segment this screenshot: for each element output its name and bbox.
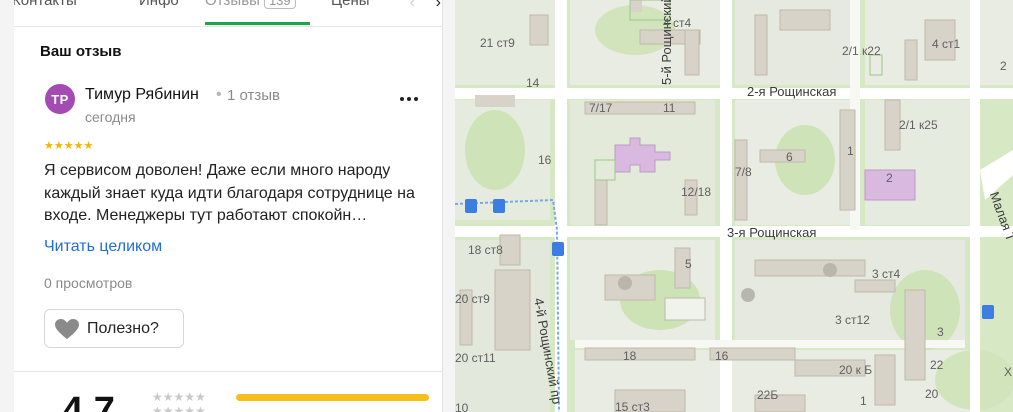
map-number: 7/8 — [735, 165, 752, 179]
map-number: 2/1 к25 — [899, 118, 938, 132]
tab-info[interactable]: Инфо — [139, 0, 179, 9]
rating-stars: ★★★★★ — [44, 140, 94, 152]
section-title: Ваш отзыв — [40, 43, 122, 60]
reviews-card: Контакты Инфо Отзывы 139 Цены ‹ › Ваш отз… — [14, 0, 443, 412]
map[interactable]: 2-я Рощинская 3-я Рощинская 5-й Рощински… — [455, 0, 1013, 412]
map-number: 3 ст4 — [872, 267, 901, 281]
map-street-3: 3-я Рощинская — [727, 225, 817, 240]
map-number: 15 ст3 — [615, 400, 650, 412]
map-number: Х — [1004, 365, 1013, 379]
reviews-count-badge: 139 — [263, 0, 296, 9]
map-number: 18 ст8 — [468, 243, 503, 257]
tab-bar: Контакты Инфо Отзывы 139 Цены ‹ › — [14, 0, 443, 27]
map-number: 10 — [455, 401, 469, 412]
map-number: 7/17 — [589, 101, 613, 115]
avatar[interactable]: ТР — [45, 84, 75, 114]
chevron-left-icon[interactable]: ‹ — [410, 0, 415, 12]
useful-label: Полезно? — [87, 320, 159, 337]
side-panel: Контакты Инфо Отзывы 139 Цены ‹ › Ваш отз… — [0, 0, 455, 412]
map-number: 4 ст4 — [663, 16, 692, 30]
author-name[interactable]: Тимур Рябинин — [85, 86, 199, 104]
heart-icon — [55, 319, 79, 339]
tab-reviews[interactable]: Отзывы 139 — [205, 0, 296, 9]
map-number: 5 — [685, 257, 692, 271]
tab-prices[interactable]: Цены — [331, 0, 370, 9]
map-canvas[interactable] — [455, 0, 1013, 412]
map-number: 6 — [786, 150, 793, 164]
author-review-count: 1 отзыв — [227, 87, 281, 104]
map-number: 16 — [538, 153, 552, 167]
views-count: 0 просмотров — [44, 275, 133, 291]
map-number: 20 — [925, 387, 939, 401]
review-date: сегодня — [85, 109, 136, 125]
tab-reviews-label: Отзывы — [205, 0, 260, 9]
read-more-link[interactable]: Читать целиком — [44, 238, 162, 256]
map-number: 2/1 к22 — [842, 44, 881, 58]
map-number: 22Б — [757, 388, 779, 402]
map-number: 2 — [886, 171, 893, 185]
useful-button[interactable]: Полезно? — [44, 309, 184, 348]
map-number: 2 — [1000, 59, 1007, 73]
map-number: 4 ст1 — [932, 37, 961, 51]
map-number: 20 ст11 — [455, 351, 496, 365]
map-number: 3 ст12 — [835, 313, 870, 327]
map-number: 3 — [937, 325, 944, 339]
map-number: 20 ст9 — [455, 292, 490, 306]
map-number: 11 — [663, 101, 676, 115]
rating-row-stars: ★★★★★ — [152, 390, 206, 404]
more-dots-icon[interactable] — [397, 89, 421, 109]
map-number: 14 — [526, 76, 540, 90]
map-number: 22 — [930, 358, 944, 372]
map-number: 1 — [860, 394, 867, 408]
chevron-right-icon[interactable]: › — [436, 0, 441, 12]
divider — [14, 371, 443, 372]
map-number: 12/18 — [681, 185, 712, 199]
overall-rating: 4,7 — [62, 390, 115, 412]
map-street-2: 2-я Рощинская — [747, 84, 837, 99]
rating-distribution-bar — [236, 394, 429, 401]
map-street-5: 5-й Рощинский проезд — [659, 0, 674, 85]
map-number: 1 — [847, 144, 854, 158]
review-text: Я сервисом доволен! Даже если много наро… — [44, 162, 415, 224]
rating-row-stars: ★★★★★ — [152, 404, 206, 412]
map-number: 16 — [715, 349, 729, 363]
active-tab-indicator — [205, 22, 310, 25]
map-number: 20 к Б — [839, 363, 873, 377]
separator-dot: • — [216, 86, 222, 103]
map-number: 18 — [623, 349, 637, 363]
tab-contacts[interactable]: Контакты — [14, 0, 77, 9]
map-number: 21 ст9 — [480, 36, 515, 50]
